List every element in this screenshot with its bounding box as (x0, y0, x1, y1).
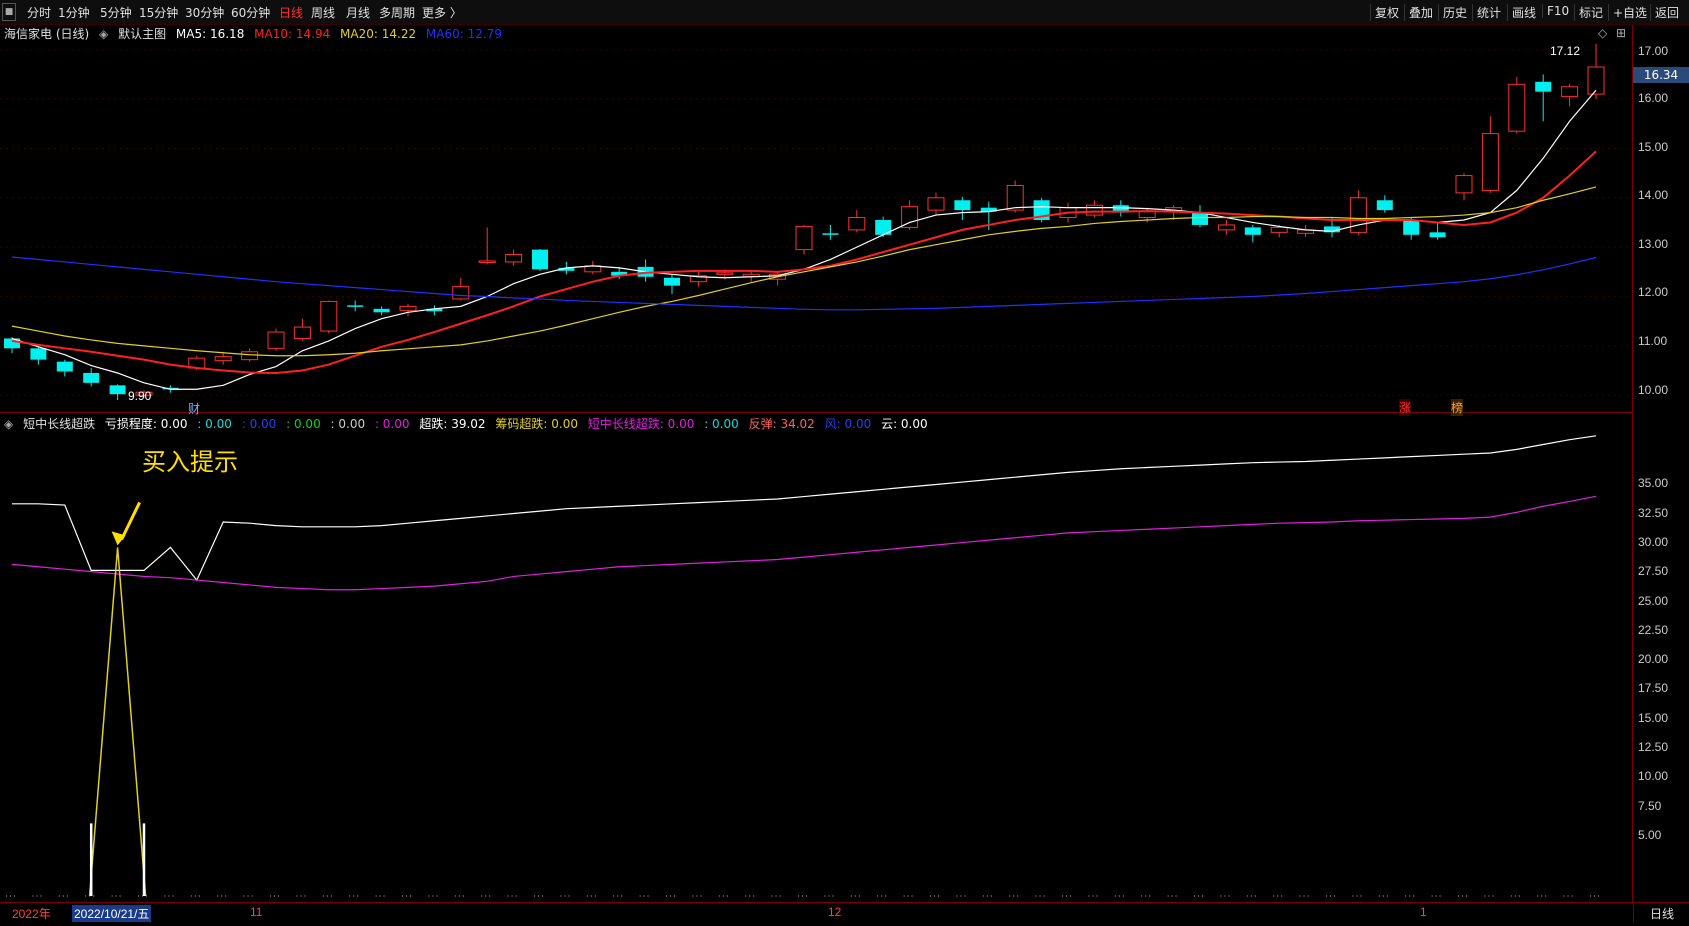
candle-body-up (1138, 211, 1156, 219)
candle-body-up (795, 225, 813, 251)
high-price-label: 17.12 (1550, 44, 1581, 58)
candle-body-up (214, 356, 232, 362)
back-button[interactable]: 返回 (1650, 4, 1683, 21)
price-tick: 17.00 (1638, 44, 1669, 58)
candle-body-down (1192, 212, 1208, 225)
indicator-tick: 7.50 (1638, 799, 1662, 813)
candle-body-up (1561, 86, 1579, 98)
low-price-label: 9.90 (128, 389, 152, 403)
candle-body-up (927, 197, 945, 211)
candle-body-down (822, 233, 839, 235)
buy-hint-arrow (120, 501, 141, 541)
indicator-tick: 22.50 (1638, 623, 1669, 637)
candle-body-up (452, 286, 470, 300)
candle-body-up (505, 254, 523, 263)
candle-body-up (1508, 83, 1526, 132)
chaodie-line (12, 435, 1597, 582)
price-tick: 16.00 (1638, 91, 1669, 105)
candle-body-up (1217, 224, 1235, 231)
candle-body-down (1376, 200, 1393, 211)
candle-body-up (267, 331, 285, 349)
candle-body-up (1006, 184, 1024, 211)
period-button[interactable]: 日线 (1633, 905, 1689, 922)
candle-body-up (1085, 204, 1103, 216)
candle-body-down (1244, 227, 1261, 235)
ma60-line (11, 256, 1597, 311)
candle-body-down (664, 277, 680, 286)
fantan-line (11, 495, 1597, 591)
month-label: 12 (828, 905, 842, 919)
candle-body-up (716, 272, 734, 275)
month-label: 11 (250, 905, 263, 919)
candle-body-up (1455, 175, 1473, 194)
price-tick: 11.00 (1638, 334, 1668, 348)
ma10-line (11, 150, 1597, 374)
kline-chart[interactable] (0, 0, 1632, 900)
year-label: 2022年 (12, 907, 51, 921)
candle-body-up (241, 351, 259, 361)
candle-body-up (1587, 66, 1605, 95)
current-price-tag: 16.34 (1633, 67, 1689, 83)
candle-body-up (478, 260, 496, 263)
candle-body-down (109, 385, 126, 395)
buy-signal-spike (88, 547, 147, 897)
candle-body-down (83, 372, 100, 383)
indicator-tick: 35.00 (1638, 476, 1669, 490)
candle-body-up (399, 305, 417, 311)
month-label: 1 (1420, 905, 1427, 919)
indicator-tick: 25.00 (1638, 594, 1669, 608)
candle-body-down (1535, 81, 1552, 92)
indicator-tick: 17.50 (1638, 681, 1669, 695)
candle-body-down (532, 249, 548, 270)
candle-body-up (1349, 197, 1367, 233)
indicator-tick: 12.50 (1638, 740, 1669, 754)
candle-body-down (1429, 232, 1446, 238)
zhang-marker[interactable]: 涨 (1399, 399, 1412, 416)
candle-body-down (347, 305, 364, 307)
candle-body-up (293, 326, 311, 339)
price-tick: 10.00 (1638, 383, 1669, 397)
candle-body-up (848, 217, 866, 231)
finance-marker[interactable]: 财 (188, 400, 200, 417)
indicator-tick: 5.00 (1638, 828, 1662, 842)
candle-body-up (1270, 226, 1288, 233)
candle-body-down (373, 308, 390, 313)
indicator-tick: 20.00 (1638, 652, 1669, 666)
candle-body-down (954, 200, 971, 211)
candle-body-down (1403, 220, 1420, 235)
buy-hint-label: 买入提示 (142, 448, 238, 476)
indicator-tick: 15.00 (1638, 711, 1669, 725)
price-tick: 13.00 (1638, 237, 1669, 251)
candle-body-down (56, 361, 73, 372)
candle-body-up (1481, 133, 1499, 191)
candle-body-down (30, 348, 47, 360)
price-tick: 15.00 (1638, 140, 1669, 154)
indicator-tick: 32.50 (1638, 506, 1669, 520)
candle-body-up (320, 300, 338, 332)
price-tick: 12.00 (1638, 285, 1669, 299)
cursor-date: 2022/10/21/五 (72, 905, 152, 922)
indicator-tick: 10.00 (1638, 769, 1669, 783)
price-tick: 14.00 (1638, 188, 1669, 202)
bang-marker[interactable]: 榜 (1451, 399, 1464, 416)
indicator-tick: 27.50 (1638, 564, 1669, 578)
candle-body-up (901, 206, 919, 228)
indicator-tick: 30.00 (1638, 535, 1669, 549)
